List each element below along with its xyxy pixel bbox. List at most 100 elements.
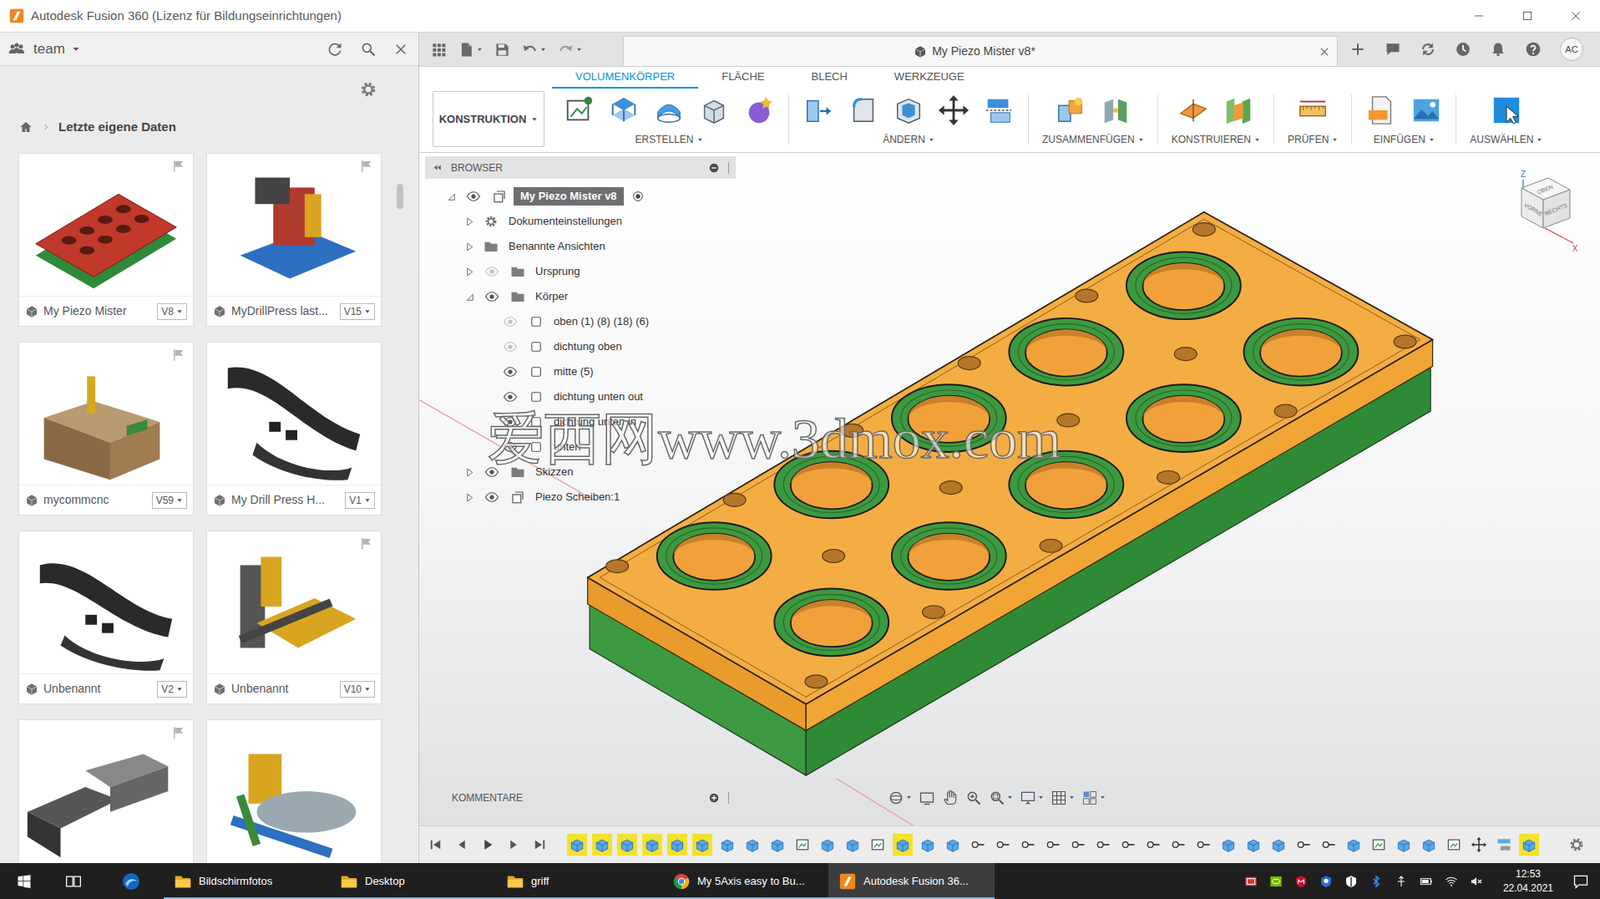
scrollbar-thumb[interactable] [396,183,404,209]
visibility-toggle[interactable] [478,487,506,507]
timeline-feature[interactable] [1343,833,1364,856]
expand-toggle[interactable] [460,262,479,281]
close-tab-icon[interactable] [1318,45,1331,58]
view-cube-label[interactable]: VORNE [1523,202,1545,218]
navigation-button[interactable] [1081,789,1106,806]
view-cube[interactable]: OBENVORNERECHTSZX [1498,169,1582,254]
expand-toggle[interactable] [460,462,479,482]
file-card[interactable]: UnbenanntV2 [18,530,194,704]
timeline-feature[interactable] [1168,833,1189,856]
ribbon-tab[interactable]: FLÄCHE [698,66,788,89]
group-menu[interactable]: KONSTRUIEREN [1171,131,1261,147]
security-icon[interactable] [1344,874,1358,888]
defender-icon[interactable] [1319,874,1333,888]
taskbar-app[interactable]: Desktop [329,862,497,899]
timeline-feature[interactable] [1068,833,1089,856]
browser-item[interactable]: My Piezo Mister v8 [425,183,736,209]
timeline-feature[interactable] [1468,833,1489,856]
taskbar-app[interactable]: Bildschirmfotos [163,862,330,899]
tool-button[interactable] [562,94,595,127]
taskbar-app[interactable]: My 5Axis easy to Bu... [662,862,829,899]
version-dropdown[interactable]: V1 [344,491,375,509]
minimize-panel-icon[interactable] [708,162,720,174]
speaker-muted-icon[interactable] [1469,874,1484,888]
file-card[interactable]: UnbenanntV10 [206,530,382,704]
usb-icon[interactable] [1394,874,1408,888]
quick-access-button[interactable] [458,41,483,58]
taskbar-app[interactable]: Autodesk Fusion 36... [828,862,995,899]
taskbar-app[interactable]: griff [496,862,663,899]
navigation-button[interactable] [1050,789,1075,806]
pinned-app[interactable] [98,862,164,899]
refresh-icon[interactable] [326,40,344,58]
timeline-feature[interactable] [1043,833,1064,856]
quick-access-button[interactable] [557,41,583,58]
timeline-feature[interactable] [1368,833,1389,856]
close-button[interactable] [1551,0,1600,32]
new-tab-icon[interactable] [1349,40,1367,58]
timeline-feature[interactable] [642,833,663,856]
visibility-toggle[interactable] [460,187,487,206]
timeline-feature[interactable] [992,833,1013,856]
visibility-toggle[interactable] [496,362,524,381]
timeline-feature[interactable] [1218,833,1239,856]
timeline-feature[interactable] [917,833,938,856]
close-icon[interactable] [393,41,409,57]
tool-button[interactable] [653,94,685,127]
home-icon[interactable] [18,119,34,135]
navigation-button[interactable] [918,789,936,806]
browser-item[interactable]: dichtung unten out [425,384,736,410]
document-tab[interactable]: My Piezo Mister v8* [622,35,1338,66]
timeline-feature[interactable] [1293,833,1314,856]
group-menu[interactable]: AUSWÄHLEN [1469,131,1543,147]
group-menu[interactable]: PRÜFEN [1287,131,1338,147]
quick-access-button[interactable] [521,41,547,58]
timeline-feature[interactable] [1318,833,1339,856]
file-card[interactable]: mycommcncV59 [18,341,194,516]
tool-button[interactable] [607,94,640,127]
team-selector[interactable]: team [33,38,81,61]
browser-item[interactable]: Ursprung [425,258,736,284]
pin-flag[interactable] [359,158,375,174]
timeline-feature[interactable] [942,833,963,856]
gear-icon[interactable] [359,80,378,99]
collapse-panel-icon[interactable] [431,162,443,173]
browser-item[interactable]: Skizzen [425,459,736,485]
timeline-feature[interactable] [742,833,763,856]
navigation-button[interactable] [887,789,912,806]
bluetooth-icon[interactable] [1369,874,1383,888]
timeline-settings-icon[interactable] [1568,835,1585,853]
version-dropdown[interactable]: V10 [339,680,375,698]
expand-toggle[interactable] [460,487,479,507]
version-dropdown[interactable]: V8 [156,303,188,320]
wifi-icon[interactable] [1444,874,1459,888]
pin-flag[interactable] [171,158,187,174]
timeline-feature[interactable] [1393,833,1414,856]
version-dropdown[interactable]: V59 [151,491,188,509]
timeline-feature[interactable] [1268,833,1289,856]
timeline-feature[interactable] [1017,833,1038,856]
task-view-button[interactable] [48,862,99,899]
timeline-feature[interactable] [667,833,688,856]
user-avatar[interactable]: AC [1559,37,1584,61]
timeline-feature[interactable] [1093,833,1114,856]
pin-flag[interactable] [171,724,187,740]
visibility-toggle[interactable] [496,437,524,456]
browser-item[interactable]: Benannte Ansichten [425,233,736,259]
timeline-feature[interactable] [1143,833,1164,856]
chat-icon[interactable] [1384,40,1402,58]
visibility-toggle[interactable] [478,262,506,281]
timeline-feature[interactable] [892,833,913,856]
ribbon-tab[interactable]: WERKZEUGE [870,66,988,89]
tool-button[interactable] [698,94,730,127]
navigation-button[interactable] [941,789,959,806]
battery-icon[interactable] [1419,874,1433,888]
expand-toggle[interactable] [460,212,479,231]
timeline-feature[interactable] [1493,833,1514,856]
timeline-feature[interactable] [967,833,988,856]
group-menu[interactable]: ZUSAMMENFÜGEN [1042,131,1145,147]
activate-radio[interactable] [630,188,646,204]
timeline-feature[interactable] [767,833,788,856]
timeline-feature[interactable] [1418,833,1439,856]
previous-step-icon[interactable] [454,836,470,852]
